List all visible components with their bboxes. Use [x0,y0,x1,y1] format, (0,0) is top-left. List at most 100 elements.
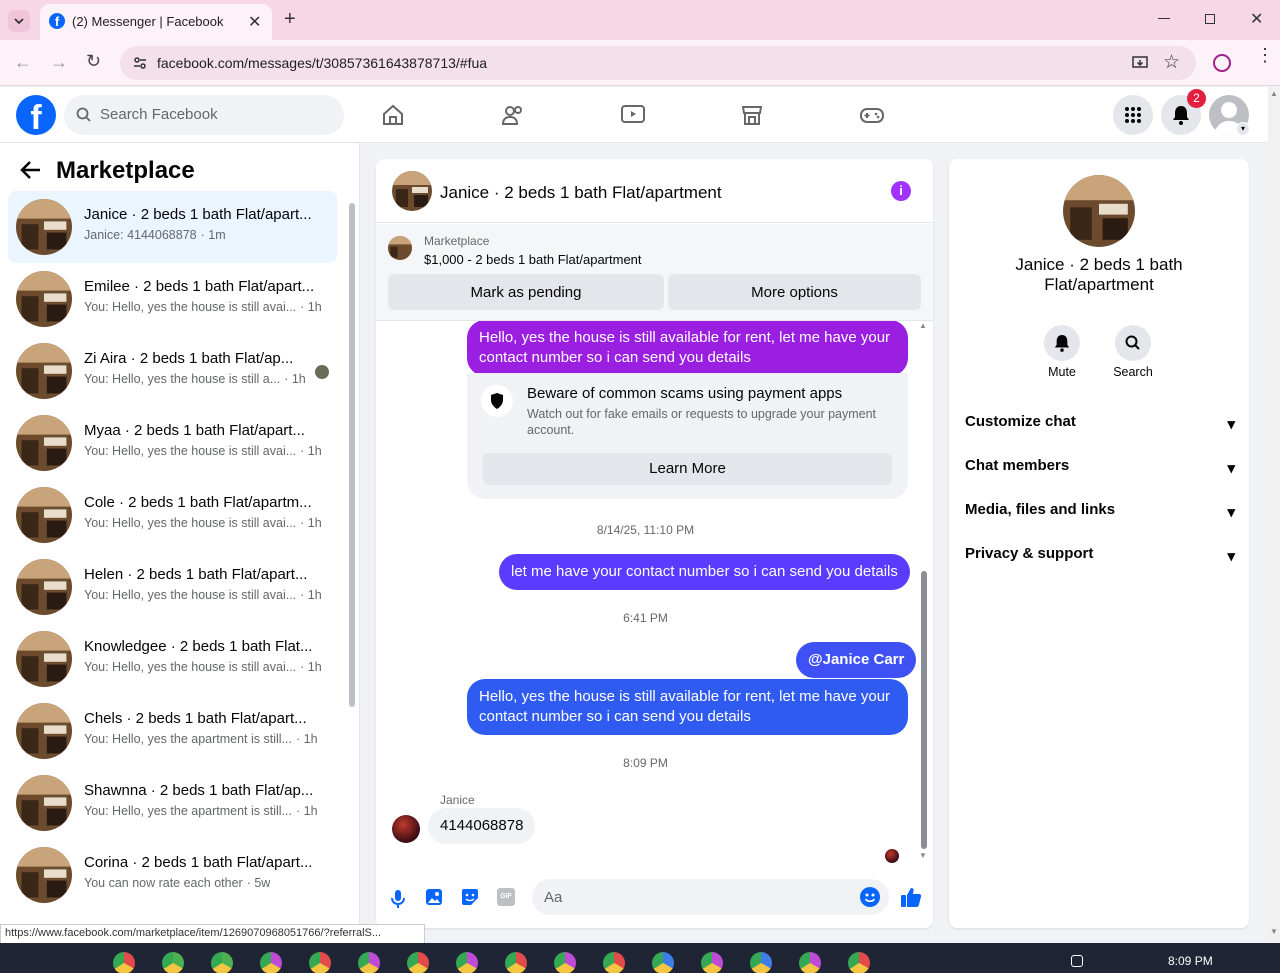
taskbar-tray-icon[interactable] [1071,955,1083,967]
home-icon[interactable] [381,103,405,127]
conversation-avatar [16,343,72,399]
bookmark-star-icon[interactable]: ☆ [1163,51,1180,74]
taskbar-app-icon[interactable] [652,952,674,973]
page-scrollbar[interactable]: ▲ ▼ [1268,87,1280,943]
timestamp: 8:09 PM [623,756,668,770]
microphone-icon[interactable] [390,889,406,909]
profile-photo[interactable] [1063,175,1135,247]
taskbar-clock: 8:09 PM [1168,954,1213,968]
minimize-icon[interactable] [1158,18,1170,19]
thumbs-up-icon[interactable] [900,886,922,908]
conversation-item[interactable]: Cole · 2 beds 1 bath Flat/apartm... You: … [8,479,337,551]
conversation-time: · 1m [200,228,226,242]
taskbar-app-icon[interactable] [505,952,527,973]
conversation-item[interactable]: Knowledgee · 2 beds 1 bath Flat... You: H… [8,623,337,695]
chat-avatar[interactable] [392,171,432,211]
close-tab-icon[interactable]: ✕ [248,12,261,32]
tab-list-dropdown-icon[interactable] [8,10,30,32]
taskbar-app-icon[interactable] [701,952,723,973]
thread-scrollbar[interactable]: ▲ ▼ [917,321,931,861]
conversation-item[interactable]: Myaa · 2 beds 1 bath Flat/apart... You: H… [8,407,337,479]
profile-icon[interactable] [1213,54,1231,72]
taskbar-app-icon[interactable] [456,952,478,973]
conversation-avatar [16,199,72,255]
learn-more-button[interactable]: Learn More [483,453,892,485]
watch-video-icon[interactable] [620,103,646,127]
sender-avatar[interactable] [392,815,420,843]
facebook-logo-icon[interactable]: f [16,95,56,135]
photo-icon[interactable] [425,888,443,906]
listing-title[interactable]: $1,000 - 2 beds 1 bath Flat/apartment [424,252,642,267]
taskbar-app-icon[interactable] [162,952,184,973]
conversation-item[interactable]: Janice · 2 beds 1 bath Flat/apart... Jani… [8,191,337,263]
browser-tab[interactable]: f (2) Messenger | Facebook ✕ [40,4,272,40]
incoming-message[interactable]: 4144068878 [428,808,536,844]
gaming-icon[interactable] [859,103,885,127]
marketplace-icon[interactable] [740,103,764,127]
taskbar-app-icon[interactable] [848,952,870,973]
taskbar-app-icon[interactable] [358,952,380,973]
forward-icon[interactable]: → [50,52,68,73]
privacy-support-section[interactable]: Privacy & support ▾ [965,545,1235,565]
marketplace-label: Marketplace [424,234,490,248]
back-arrow-icon[interactable] [20,159,42,181]
emoji-icon[interactable] [860,887,880,907]
gif-icon[interactable]: GIF [497,888,515,906]
conversation-name: Myaa · 2 beds 1 bath Flat/apart... [84,422,305,439]
customize-chat-section[interactable]: Customize chat ▾ [965,413,1235,433]
conversation-time: · 1h [295,732,318,746]
sticker-icon[interactable] [461,888,479,906]
mute-button[interactable] [1044,325,1080,361]
search-input[interactable]: Search Facebook [64,95,344,135]
install-app-icon[interactable] [1131,54,1149,72]
outgoing-message[interactable]: Hello, yes the house is still available … [467,679,908,735]
taskbar-app-icon[interactable] [750,952,772,973]
conversation-item[interactable]: Emilee · 2 beds 1 bath Flat/apart... You:… [8,263,337,335]
taskbar-app-icon[interactable] [309,952,331,973]
conversation-item[interactable]: Chels · 2 beds 1 bath Flat/apart... You: … [8,695,337,767]
conversation-preview: You: Hello, yes the house is still avai.… [84,300,322,314]
outgoing-message[interactable]: let me have your contact number so i can… [499,554,910,590]
conversation-item[interactable]: Helen · 2 beds 1 bath Flat/apart... You: … [8,551,337,623]
conversation-scrollbar[interactable] [347,195,357,933]
close-window-icon[interactable]: ✕ [1250,9,1263,29]
conversation-avatar [16,415,72,471]
taskbar-app-icon[interactable] [260,952,282,973]
conversation-time: · 1h [300,300,322,314]
message-input[interactable]: Aa [532,879,889,915]
media-files-links-section[interactable]: Media, files and links ▾ [965,501,1235,521]
taskbar-app-icon[interactable] [113,952,135,973]
address-bar[interactable]: facebook.com/messages/t/3085736164387871… [120,46,1196,80]
new-tab-icon[interactable]: + [284,8,296,31]
conversation-item[interactable]: Zi Aira · 2 beds 1 bath Flat/ap... You: H… [8,335,337,407]
mention-message[interactable]: @Janice Carr [796,642,917,678]
conversation-name: Helen · 2 beds 1 bath Flat/apart... [84,566,308,583]
conversation-preview: You: Hello, yes the apartment is still..… [84,804,318,818]
taskbar-app-icon[interactable] [603,952,625,973]
menu-grid-icon[interactable] [1113,95,1153,135]
taskbar-app-icon[interactable] [554,952,576,973]
conversation-info-icon[interactable]: i [891,181,911,201]
taskbar-app-icon[interactable] [407,952,429,973]
conversation-name: Knowledgee · 2 beds 1 bath Flat... [84,638,313,655]
more-options-button[interactable]: More options [668,274,921,310]
taskbar-app-icon[interactable] [211,952,233,973]
browser-menu-icon[interactable]: ⋮ [1256,46,1274,64]
conversation-item[interactable]: Shawnna · 2 beds 1 bath Flat/ap... You: H… [8,767,337,839]
restore-icon[interactable] [1205,14,1215,24]
account-chevron-icon[interactable]: ▾ [1236,122,1250,136]
mark-as-pending-button[interactable]: Mark as pending [388,274,664,310]
outgoing-message[interactable]: Hello, yes the house is still available … [467,321,908,376]
chevron-down-icon: ▾ [1227,504,1235,521]
site-info-icon[interactable] [132,55,148,71]
search-conversation-button[interactable] [1115,325,1151,361]
chat-members-section[interactable]: Chat members ▾ [965,457,1235,477]
reload-icon[interactable]: ↻ [86,51,101,72]
conversation-item[interactable]: Corina · 2 beds 1 bath Flat/apart... You … [8,839,337,911]
search-placeholder: Search Facebook [100,106,218,123]
taskbar-app-icon[interactable] [799,952,821,973]
conversation-time: · 1h [300,444,322,458]
conversation-time: · 1h [284,372,306,386]
back-icon[interactable]: ← [14,52,32,73]
friends-icon[interactable] [500,103,526,127]
